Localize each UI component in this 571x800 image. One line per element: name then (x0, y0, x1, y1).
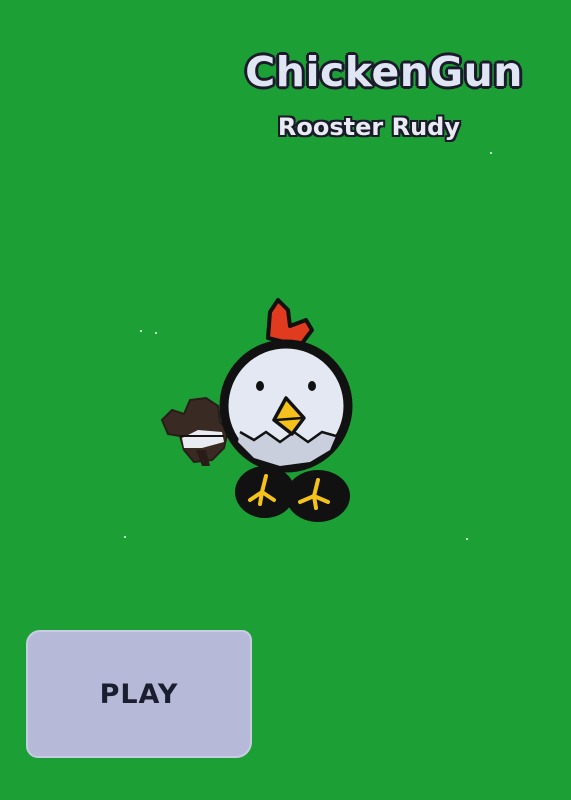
chicken-character (160, 298, 353, 522)
chicken-eye-left (256, 381, 264, 391)
chicken-comb (266, 298, 314, 348)
background-speck (466, 538, 468, 540)
background-speck (124, 536, 126, 538)
chicken-eye-right (308, 381, 316, 391)
game-title: ChickenGun (244, 47, 523, 97)
background-speck (140, 330, 142, 332)
background-speck (490, 152, 492, 154)
character-name: Rooster Rudy (277, 113, 460, 141)
game-screen: ChickenGun Rooster Rudy PLAY (0, 0, 571, 800)
play-button[interactable]: PLAY (26, 630, 252, 758)
chicken-feet (235, 466, 350, 522)
play-button-label: PLAY (99, 678, 179, 710)
gun-icon (160, 396, 230, 466)
